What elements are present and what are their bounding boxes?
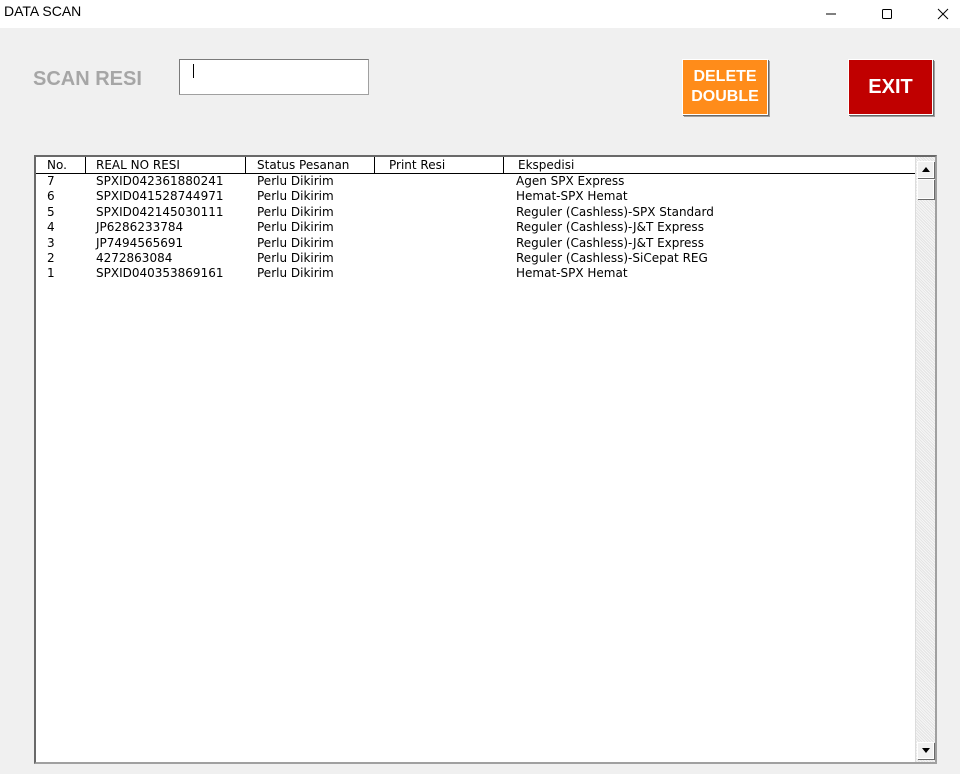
list-row[interactable]: 4 JP6286233784 Perlu Dikirim Reguler (Ca…	[36, 220, 916, 235]
scan-resi-label: SCAN RESI	[33, 68, 142, 90]
row-no: 7	[47, 174, 55, 188]
row-resi: SPXID042361880241	[96, 174, 224, 188]
list-header: No. REAL NO RESI Status Pesanan Print Re…	[36, 157, 916, 174]
maximize-button[interactable]	[864, 0, 910, 28]
close-button[interactable]	[920, 0, 960, 28]
exit-button[interactable]: EXIT	[848, 59, 933, 115]
row-resi: SPXID040353869161	[96, 266, 224, 281]
row-no: 1	[47, 266, 55, 281]
row-resi: 4272863084	[96, 251, 173, 265]
minimize-button[interactable]	[808, 0, 854, 28]
arrow-down-icon	[921, 748, 930, 753]
window-title: DATA SCAN	[4, 3, 82, 19]
row-status: Perlu Dikirim	[257, 220, 334, 235]
row-status: Perlu Dikirim	[257, 251, 334, 265]
vertical-scrollbar[interactable]	[915, 157, 935, 762]
row-resi: SPXID042145030111	[96, 204, 224, 219]
list-row[interactable]: 2 4272863084 Perlu Dikirim Reguler (Cash…	[36, 251, 916, 266]
row-no: 3	[47, 235, 55, 250]
column-header-print-resi[interactable]: Print Resi	[375, 157, 504, 173]
scan-resi-input[interactable]	[179, 59, 369, 95]
minimize-icon	[826, 13, 836, 15]
row-resi: JP7494565691	[96, 235, 184, 250]
column-header-ekspedisi[interactable]: Ekspedisi	[504, 157, 916, 173]
scan-list[interactable]: No. REAL NO RESI Status Pesanan Print Re…	[34, 155, 937, 764]
title-bar: DATA SCAN	[0, 0, 960, 28]
row-status: Perlu Dikirim	[257, 174, 334, 188]
row-no: 5	[47, 204, 55, 219]
arrow-up-icon	[921, 167, 930, 172]
row-resi: JP6286233784	[96, 220, 184, 235]
row-ekspedisi: Hemat-SPX Hemat	[516, 266, 628, 281]
maximize-icon	[882, 9, 892, 19]
list-row[interactable]: 5 SPXID042145030111 Perlu Dikirim Regule…	[36, 205, 916, 220]
list-row[interactable]: 3 JP7494565691 Perlu Dikirim Reguler (Ca…	[36, 236, 916, 251]
row-no: 4	[47, 220, 55, 235]
row-status: Perlu Dikirim	[257, 204, 334, 219]
row-status: Perlu Dikirim	[257, 235, 334, 250]
row-status: Perlu Dikirim	[257, 266, 334, 281]
column-header-no[interactable]: No.	[36, 157, 86, 173]
row-status: Perlu Dikirim	[257, 189, 334, 204]
data-scan-window: DATA SCAN SCAN RESI DELETE DOUBLE EXIT N…	[0, 0, 960, 774]
row-ekspedisi: Reguler (Cashless)-J&T Express	[516, 220, 704, 235]
row-resi: SPXID041528744971	[96, 189, 224, 204]
list-row[interactable]: 1 SPXID040353869161 Perlu Dikirim Hemat-…	[36, 266, 916, 281]
row-ekspedisi: Agen SPX Express	[516, 174, 625, 188]
column-header-status-pesanan[interactable]: Status Pesanan	[246, 157, 375, 173]
scroll-down-button[interactable]	[917, 742, 934, 759]
scroll-thumb[interactable]	[917, 179, 934, 199]
text-caret	[193, 64, 194, 78]
column-header-real-no-resi[interactable]: REAL NO RESI	[86, 157, 246, 173]
list-row[interactable]: 7 SPXID042361880241 Perlu Dikirim Agen S…	[36, 174, 916, 189]
row-no: 6	[47, 189, 55, 204]
row-ekspedisi: Reguler (Cashless)-SPX Standard	[516, 204, 714, 219]
scroll-up-button[interactable]	[917, 161, 934, 178]
list-row[interactable]: 6 SPXID041528744971 Perlu Dikirim Hemat-…	[36, 189, 916, 204]
row-ekspedisi: Reguler (Cashless)-SiCepat REG	[516, 251, 708, 265]
delete-double-button[interactable]: DELETE DOUBLE	[682, 59, 768, 115]
row-no: 2	[47, 251, 55, 265]
row-ekspedisi: Hemat-SPX Hemat	[516, 189, 628, 204]
row-ekspedisi: Reguler (Cashless)-J&T Express	[516, 235, 704, 250]
close-icon	[937, 8, 949, 20]
